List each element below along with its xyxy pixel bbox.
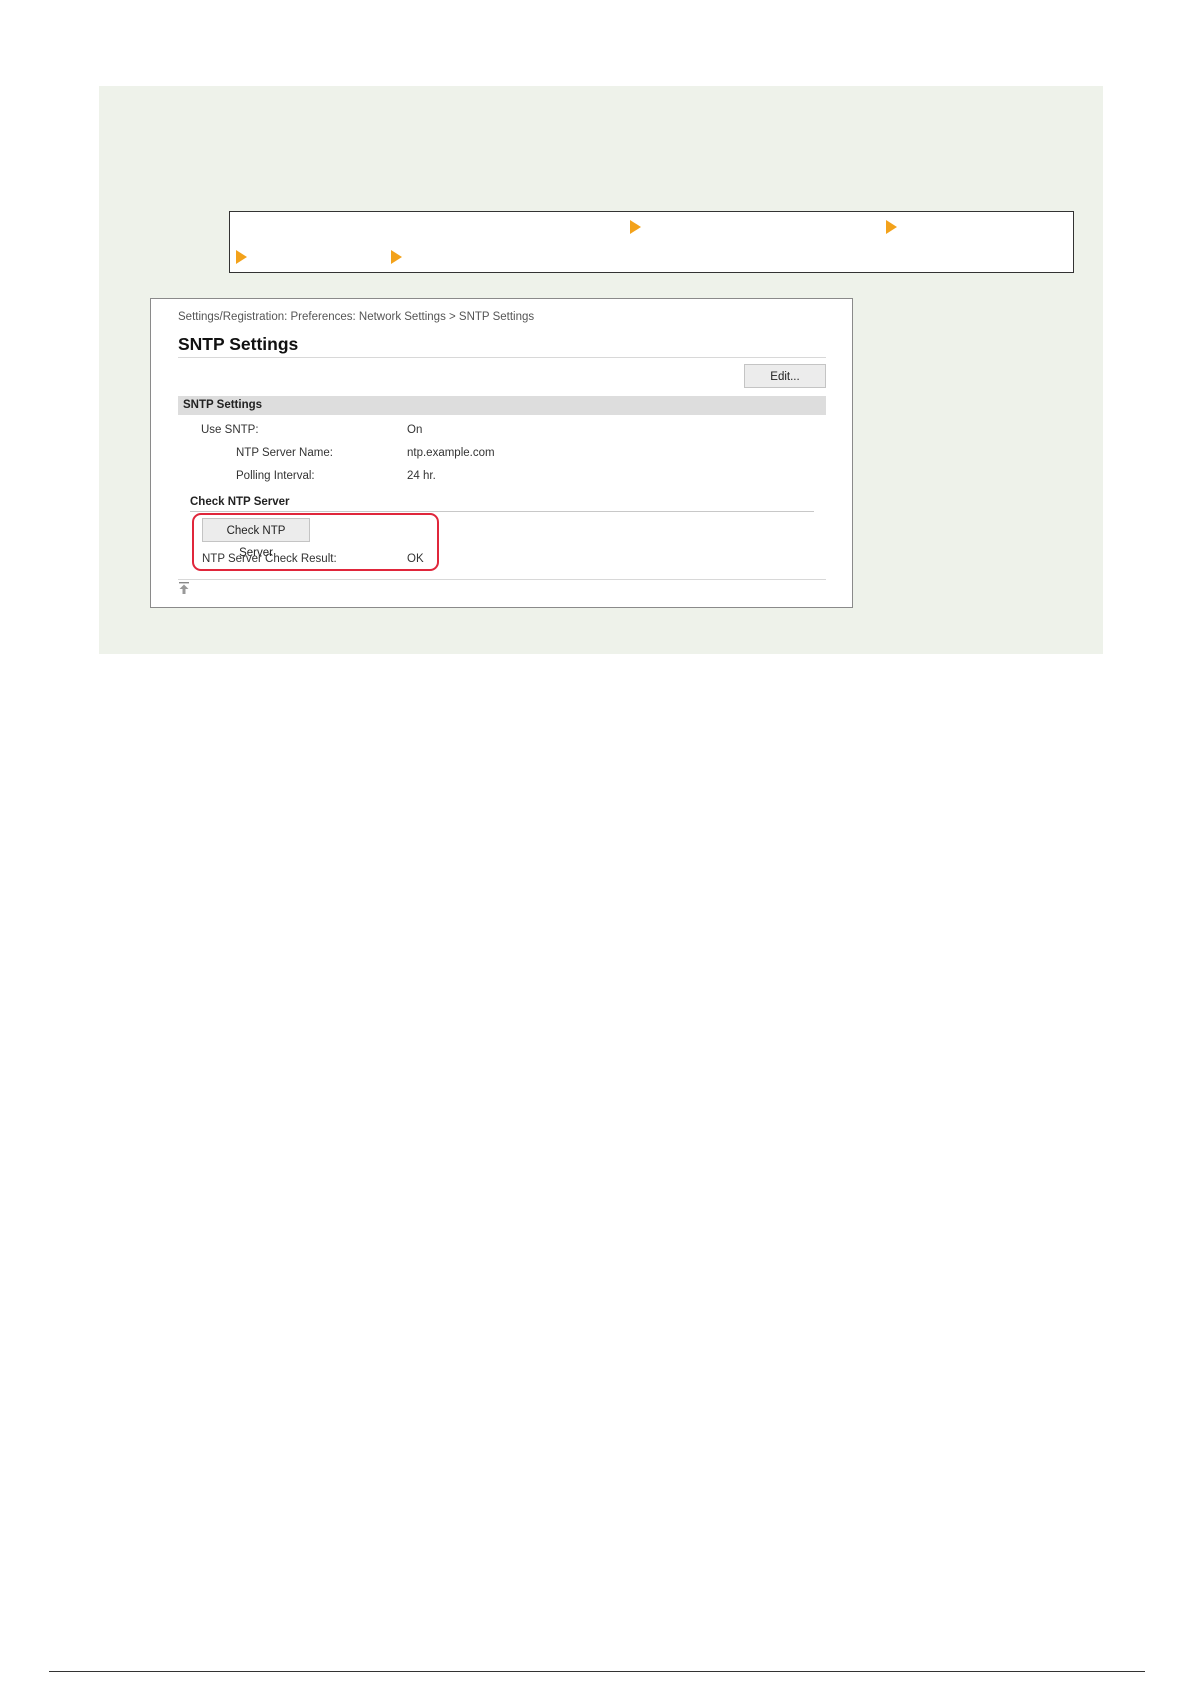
triangle-right-icon — [236, 250, 247, 264]
page-title: SNTP Settings — [178, 334, 299, 354]
triangle-right-icon — [391, 250, 402, 264]
check-ntp-server-heading: Check NTP Server — [190, 496, 290, 508]
bottom-divider — [178, 579, 826, 580]
triangle-right-icon — [886, 220, 897, 234]
footer-divider — [49, 1671, 1145, 1672]
ntp-server-name-label: NTP Server Name: — [236, 447, 333, 459]
ntp-check-result-value: OK — [407, 553, 424, 565]
ntp-check-result-label: NTP Server Check Result: — [202, 553, 337, 565]
breadcrumb: Settings/Registration: Preferences: Netw… — [178, 311, 535, 323]
subsection-divider — [190, 511, 814, 512]
edit-button[interactable]: Edit... — [744, 364, 826, 388]
use-sntp-label: Use SNTP: — [201, 424, 259, 436]
triangle-right-icon — [630, 220, 641, 234]
ntp-server-name-value: ntp.example.com — [407, 447, 495, 459]
polling-interval-label: Polling Interval: — [236, 470, 315, 482]
polling-interval-value: 24 hr. — [407, 470, 436, 482]
title-divider — [178, 357, 826, 358]
sntp-settings-screenshot: Settings/Registration: Preferences: Netw… — [150, 298, 853, 608]
navigation-path-box — [229, 211, 1074, 273]
back-to-top-icon[interactable] — [179, 582, 189, 594]
section-title: SNTP Settings — [183, 399, 263, 411]
section-header: SNTP Settings — [178, 396, 826, 415]
check-ntp-server-button[interactable]: Check NTP Server — [202, 518, 310, 559]
use-sntp-value: On — [407, 424, 423, 436]
